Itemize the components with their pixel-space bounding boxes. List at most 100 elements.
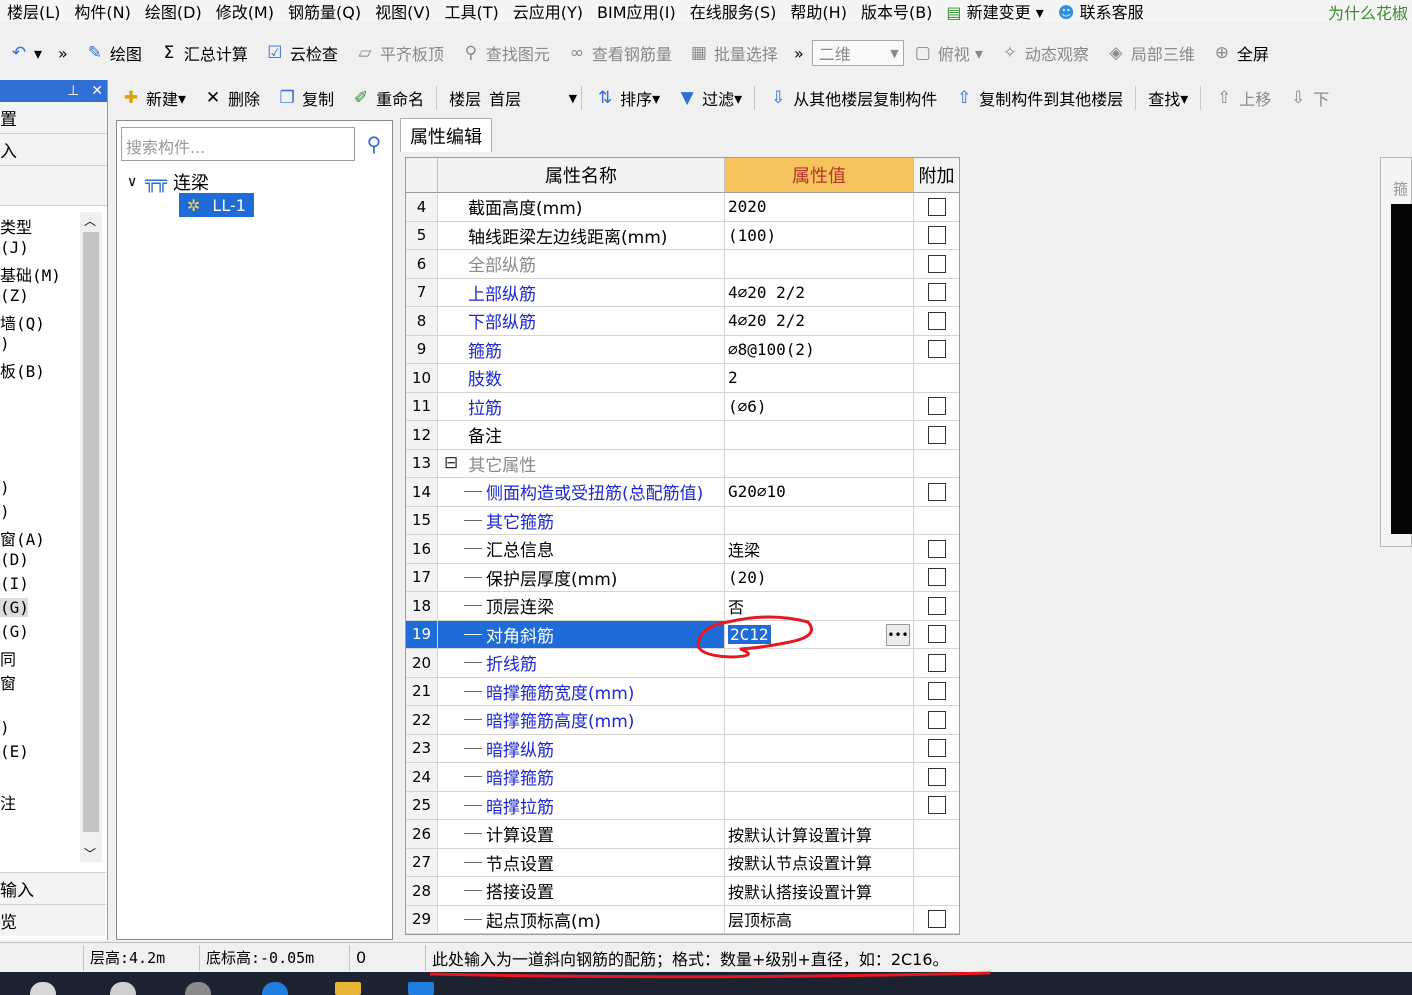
table-row[interactable]: 16 汇总信息 连梁 (406, 535, 959, 564)
search-icon[interactable]: ⚲ (359, 127, 389, 161)
property-name-cell[interactable]: 暗撑箍筋高度(mm) (438, 706, 725, 735)
tree-node-coupling-beam[interactable]: ∨ ╦╦ 连梁 (127, 169, 209, 195)
list-item[interactable]: ) (0, 478, 10, 497)
list-item[interactable]: ) (0, 718, 10, 737)
glodon-app-icon[interactable] (408, 982, 434, 995)
property-value-cell[interactable] (725, 706, 914, 735)
sum-calc-button[interactable]: Σ 汇总计算 (150, 41, 256, 65)
property-value-cell[interactable]: 连梁 (725, 535, 914, 564)
list-item[interactable]: 板(B) (0, 358, 45, 382)
menu-online[interactable]: 在线服务(S) (683, 0, 784, 22)
property-name-cell[interactable]: 截面高度(mm) (438, 193, 725, 222)
property-name-cell[interactable]: 暗撑纵筋 (438, 734, 725, 763)
property-name-cell[interactable]: 对角斜筋 (438, 620, 725, 649)
list-item[interactable]: (D) (0, 550, 29, 569)
property-value-cell[interactable]: 2020 (725, 193, 914, 222)
extra-checkbox[interactable] (927, 283, 946, 302)
list-item[interactable]: 窗 (0, 670, 16, 694)
find-element-button[interactable]: ⚲ 查找图元 (452, 41, 558, 65)
property-name-cell[interactable]: 计算设置 (438, 820, 725, 849)
search-input[interactable]: 搜索构件... (121, 127, 355, 161)
property-name-cell[interactable]: 暗撑箍筋宽度(mm) (438, 677, 725, 706)
property-value-cell[interactable] (725, 649, 914, 678)
start-icon[interactable] (30, 982, 56, 995)
property-name-cell[interactable]: 暗撑拉筋 (438, 791, 725, 820)
table-row[interactable]: 7 上部纵筋 4⌀20 2/2 (406, 278, 959, 307)
table-row[interactable]: 20 折线筋 (406, 649, 959, 678)
table-row[interactable]: 23 暗撑纵筋 (406, 734, 959, 763)
menu-version[interactable]: 版本号(B) (854, 0, 939, 22)
property-value-cell[interactable]: G20⌀10 (725, 478, 914, 507)
tab-property-edit[interactable]: 属性编辑 (400, 118, 492, 152)
list-item[interactable]: ) (0, 502, 10, 521)
table-row[interactable]: 8 下部纵筋 4⌀20 2/2 (406, 307, 959, 336)
extra-checkbox[interactable] (927, 197, 946, 216)
list-item-selected[interactable]: (G) (0, 598, 29, 617)
property-value-cell[interactable] (725, 677, 914, 706)
property-value-cell[interactable] (725, 449, 914, 478)
extra-checkbox[interactable] (927, 539, 946, 558)
fullscreen-button[interactable]: ⊕ 全屏 (1203, 41, 1277, 65)
table-row[interactable]: 10 肢数 2 (406, 364, 959, 393)
batch-select-button[interactable]: ▦ 批量选择 (680, 41, 786, 65)
table-row[interactable]: 22 暗撑箍筋高度(mm) (406, 706, 959, 735)
extra-checkbox[interactable] (927, 568, 946, 587)
property-value-cell[interactable]: 4⌀20 2/2 (725, 278, 914, 307)
property-name-cell[interactable]: 起点顶标高(m) (438, 905, 725, 934)
extra-checkbox[interactable] (927, 226, 946, 245)
table-row[interactable]: 4 截面高度(mm) 2020 (406, 193, 959, 222)
header-extra[interactable]: 附加 (914, 158, 959, 193)
property-value-cell[interactable] (725, 763, 914, 792)
list-item[interactable]: (J) (0, 238, 29, 257)
table-row-selected[interactable]: 19 对角斜筋 2C12 ••• (406, 620, 959, 649)
copy-to-floor-button[interactable]: ⇧ 复制构件到其他楼层 (945, 86, 1131, 110)
property-name-cell[interactable]: 上部纵筋 (438, 278, 725, 307)
extra-checkbox[interactable] (927, 311, 946, 330)
rename-button[interactable]: ✐ 重命名 (342, 86, 432, 110)
sort-button[interactable]: ⇅ 排序 ▾ (586, 86, 668, 110)
app-icon[interactable] (110, 982, 136, 995)
extra-checkbox[interactable] (927, 482, 946, 501)
list-item[interactable]: (I) (0, 574, 29, 593)
move-down-button[interactable]: ⇩ 下 (1279, 86, 1337, 110)
nav-table-input[interactable]: 输入 (0, 872, 106, 904)
extra-checkbox[interactable] (927, 739, 946, 758)
property-value-cell[interactable]: 按默认计算设置计算 (725, 820, 914, 849)
nav-input[interactable]: 入 (0, 134, 107, 166)
flat-top-button[interactable]: ▱ 平齐板顶 (346, 41, 452, 65)
table-row[interactable]: 27 节点设置 按默认节点设置计算 (406, 848, 959, 877)
property-value-cell[interactable] (725, 734, 914, 763)
pin-icon[interactable]: ⊥ (67, 83, 79, 99)
property-name-cell[interactable]: 肢数 (438, 364, 725, 393)
property-name-cell[interactable]: 折线筋 (438, 649, 725, 678)
menu-cloud[interactable]: 云应用(Y) (506, 0, 590, 22)
left-scrollbar[interactable]: ︿ ﹀ (80, 212, 102, 862)
menu-tools[interactable]: 工具(T) (438, 0, 506, 22)
find-button[interactable]: 查找 ▾ (1140, 86, 1196, 110)
table-row[interactable]: 11 拉筋 (⌀6) (406, 392, 959, 421)
toolbar-overflow-2[interactable]: » (786, 44, 812, 63)
copy-button[interactable]: ❐ 复制 (268, 86, 342, 110)
list-item[interactable]: 同 (0, 646, 16, 670)
property-name-cell[interactable]: 下部纵筋 (438, 307, 725, 336)
view-rebar-button[interactable]: ∞ 查看钢筋量 (558, 41, 680, 65)
property-name-cell[interactable]: 拉筋 (438, 392, 725, 421)
nav-report-view[interactable]: 览 (0, 904, 106, 936)
list-item[interactable]: 窗(A) (0, 526, 45, 550)
header-property-value[interactable]: 属性值 (725, 158, 914, 193)
table-row[interactable]: 15 其它箍筋 (406, 506, 959, 535)
menu-modify[interactable]: 修改(M) (209, 0, 281, 22)
extra-checkbox[interactable] (927, 767, 946, 786)
menu-rebar[interactable]: 钢筋量(Q) (281, 0, 368, 22)
property-value-cell[interactable]: 层顶标高 (725, 905, 914, 934)
cloud-check-button[interactable]: ☑ 云检查 (256, 41, 346, 65)
menu-contact[interactable]: ☻ 联系客服 (1051, 0, 1151, 22)
property-value-cell[interactable]: (100) (725, 221, 914, 250)
list-item[interactable]: (Z) (0, 286, 29, 305)
property-name-cell[interactable]: 轴线距梁左边线距离(mm) (438, 221, 725, 250)
scroll-thumb[interactable] (83, 232, 99, 832)
extra-checkbox[interactable] (927, 796, 946, 815)
folder-icon[interactable] (335, 982, 361, 995)
list-item[interactable]: 类型 (0, 214, 32, 238)
extra-checkbox[interactable] (927, 425, 946, 444)
